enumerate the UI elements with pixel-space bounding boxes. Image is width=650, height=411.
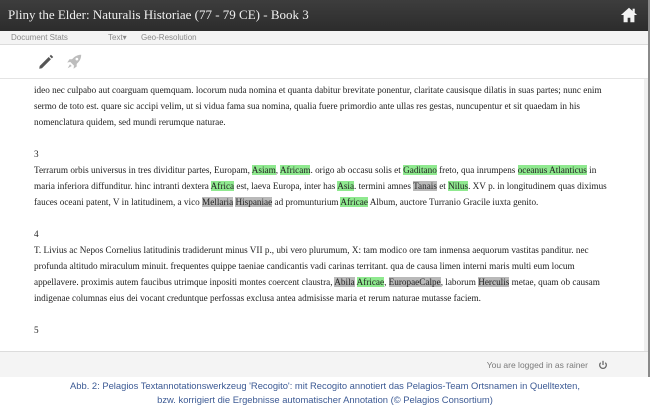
- menu-text[interactable]: Text▾: [108, 33, 127, 42]
- annotation-text-area[interactable]: ideo nec culpabo aut coarguam quemquam. …: [0, 79, 648, 351]
- menu-document-stats[interactable]: Document Stats: [11, 33, 68, 42]
- toolbar: [0, 45, 648, 79]
- paragraph-4: T. Livius ac Nepos Cornelius latitudinis…: [34, 242, 619, 306]
- caption-line: bzw. korrigiert die Ergebnisse automatis…: [157, 394, 493, 405]
- text-segment: . termini amnes: [354, 181, 414, 191]
- app-window: Pliny the Elder: Naturalis Historiae (77…: [0, 0, 650, 377]
- text-segment: ,: [384, 277, 389, 287]
- place-annotation-unverified[interactable]: Hispaniae: [235, 197, 273, 207]
- paragraph-number: 4: [34, 229, 39, 239]
- place-annotation-verified[interactable]: Africae: [340, 197, 368, 207]
- paragraph-3: Terrarum orbis universus in tres dividit…: [34, 162, 619, 210]
- place-annotation-unverified[interactable]: Herculis: [478, 277, 510, 287]
- logout-power-icon[interactable]: [598, 360, 608, 370]
- place-annotation-verified[interactable]: Africae: [356, 277, 385, 287]
- status-footer: You are logged in as rainer: [0, 351, 648, 377]
- pencil-icon[interactable]: [37, 53, 55, 71]
- place-annotation-unverified[interactable]: Tanais: [413, 181, 437, 191]
- place-annotation-verified[interactable]: Africam: [279, 165, 311, 175]
- text-segment: est, laeva Europa, inter has: [234, 181, 338, 191]
- title-bar: Pliny the Elder: Naturalis Historiae (77…: [0, 0, 648, 31]
- place-annotation-verified[interactable]: Asia: [337, 181, 355, 191]
- figure-caption: Abb. 2: Pelagios Textannotationswerkzeug…: [0, 379, 650, 407]
- document-text: ideo nec culpabo aut coarguam quemquam. …: [34, 82, 619, 338]
- text-segment: et: [436, 181, 449, 191]
- place-annotation-verified[interactable]: Gaditano: [403, 165, 437, 175]
- caption-line: Abb. 2: Pelagios Textannotationswerkzeug…: [70, 380, 580, 391]
- text-segment: Album, auctore Turranio Gracile iuxta ge…: [367, 197, 539, 207]
- paragraph-number: 5: [34, 325, 39, 335]
- paragraph-number: 3: [34, 149, 39, 159]
- place-annotation-verified[interactable]: oceanus Atlanticus: [517, 165, 587, 175]
- text-segment: Terrarum orbis universus in tres dividit…: [34, 165, 252, 175]
- login-status: You are logged in as rainer: [486, 360, 588, 370]
- home-icon[interactable]: [620, 6, 638, 24]
- text-segment: . origo ab occasu solis et: [310, 165, 404, 175]
- menu-bar: Document Stats Text▾ Geo-Resolution: [0, 31, 648, 45]
- place-annotation-unverified[interactable]: Mellaria: [202, 197, 234, 207]
- paragraph-intro: ideo nec culpabo aut coarguam quemquam. …: [34, 82, 619, 130]
- place-annotation-verified[interactable]: Africa: [210, 181, 235, 191]
- scrollbar[interactable]: [644, 79, 648, 351]
- place-annotation-unverified[interactable]: Abila: [334, 277, 355, 287]
- text-segment: ideo nec culpabo aut coarguam quemquam. …: [34, 85, 602, 127]
- menu-geo-resolution[interactable]: Geo-Resolution: [141, 33, 197, 42]
- text-segment: freto, qua inrumpens: [436, 165, 518, 175]
- rocket-icon[interactable]: [65, 53, 83, 71]
- place-annotation-verified[interactable]: Asiam: [251, 165, 276, 175]
- text-segment: , laborum: [440, 277, 479, 287]
- document-title: Pliny the Elder: Naturalis Historiae (77…: [8, 7, 309, 22]
- place-annotation-verified[interactable]: Nilus: [448, 181, 469, 191]
- place-annotation-unverified[interactable]: EuropaeCalpe: [388, 277, 441, 287]
- text-segment: ad promunturium: [272, 197, 341, 207]
